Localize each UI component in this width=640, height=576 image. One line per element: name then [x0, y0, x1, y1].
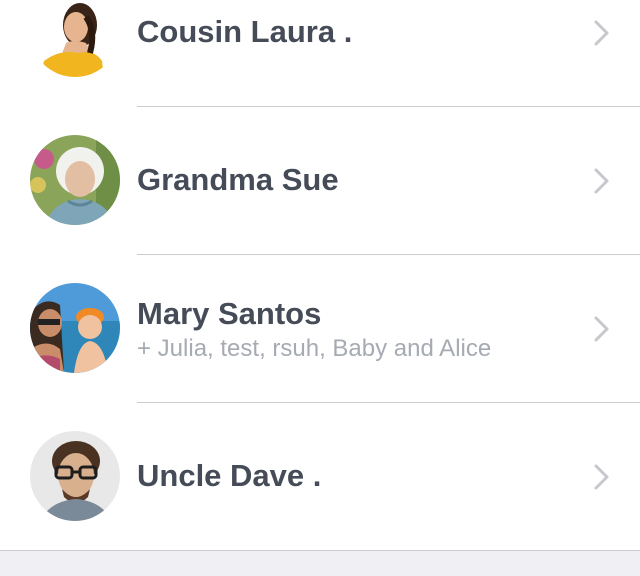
avatar	[30, 431, 120, 521]
avatar-photo-uncle-dave	[30, 431, 120, 521]
avatar	[30, 0, 120, 77]
chevron-right-icon	[592, 167, 612, 195]
contact-name: Grandma Sue	[137, 162, 339, 197]
contact-row-cousin-laura[interactable]: Cousin Laura .	[0, 0, 640, 106]
chevron-right-icon	[592, 463, 612, 491]
chevron-right-icon	[592, 315, 612, 343]
avatar-photo-cousin-laura	[30, 0, 120, 77]
chevron-right-icon	[592, 19, 612, 47]
contact-row-mary-santos[interactable]: Mary Santos + Julia, test, rsuh, Baby an…	[0, 255, 640, 402]
contact-name: Uncle Dave .	[137, 458, 322, 493]
avatar-photo-mary-santos	[30, 283, 120, 373]
contact-row-grandma-sue[interactable]: Grandma Sue	[0, 107, 640, 254]
group-members: + Julia, test, rsuh, Baby and Alice	[137, 335, 492, 362]
avatar	[30, 135, 120, 225]
avatar	[30, 283, 120, 373]
contact-name: Cousin Laura .	[137, 14, 353, 49]
list-footer	[0, 550, 640, 576]
avatar-photo-grandma-sue	[30, 135, 120, 225]
contact-row-uncle-dave[interactable]: Uncle Dave .	[0, 403, 640, 550]
contact-name: Mary Santos	[137, 296, 322, 331]
contact-list: Cousin Laura . Grandma Sue Mary Santos +…	[0, 0, 640, 550]
